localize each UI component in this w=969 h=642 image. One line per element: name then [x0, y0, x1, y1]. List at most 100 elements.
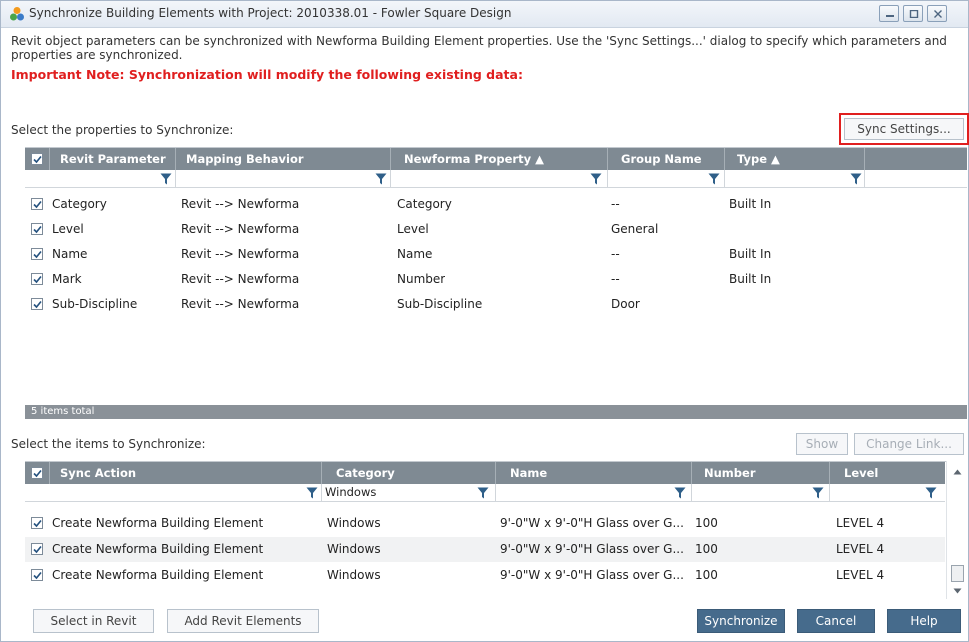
filter-funnel-icon[interactable]: [708, 173, 720, 185]
filter-funnel-icon[interactable]: [477, 487, 489, 499]
cell-type: Built In: [729, 247, 772, 261]
title-bar: Synchronize Building Elements with Proje…: [1, 1, 968, 28]
properties-filter-row: [25, 170, 967, 188]
cell-mapping: Revit --> Newforma: [181, 297, 300, 311]
filter-mapping-behavior[interactable]: [176, 170, 391, 187]
cell-category: Windows: [327, 568, 381, 582]
row-checkbox[interactable]: [31, 543, 43, 555]
close-icon: [934, 10, 942, 18]
filter-category[interactable]: Windows: [322, 484, 496, 501]
col-group-name[interactable]: Group Name: [608, 148, 725, 170]
row-checkbox[interactable]: [31, 223, 43, 235]
checkbox-checked-icon: [33, 571, 42, 580]
help-button[interactable]: Help: [887, 609, 961, 633]
table-row[interactable]: Name Revit --> Newforma Name -- Built In: [25, 242, 967, 267]
cell-number: 100: [695, 568, 718, 582]
row-checkbox[interactable]: [31, 569, 43, 581]
maximize-icon: [909, 10, 919, 18]
cell-property: Sub-Discipline: [397, 297, 483, 311]
table-row[interactable]: Mark Revit --> Newforma Number -- Built In: [25, 267, 967, 292]
col-name[interactable]: Name: [496, 462, 692, 484]
cell-property: Number: [397, 272, 446, 286]
cell-group: --: [611, 272, 620, 286]
row-checkbox[interactable]: [31, 198, 43, 210]
col-type[interactable]: Type ▲: [725, 148, 865, 170]
filter-funnel-icon[interactable]: [590, 173, 602, 185]
add-revit-elements-button[interactable]: Add Revit Elements: [167, 609, 319, 633]
table-row[interactable]: Create Newforma Building Element Windows 9…: [25, 537, 945, 562]
cell-mapping: Revit --> Newforma: [181, 222, 300, 236]
status-bar: 5 items total: [25, 405, 967, 419]
minimize-button[interactable]: [879, 5, 899, 22]
filter-sync-action[interactable]: [25, 484, 322, 501]
filter-funnel-icon[interactable]: [925, 487, 937, 499]
cell-level: LEVEL 4: [836, 568, 885, 582]
change-link-button[interactable]: Change Link...: [854, 433, 964, 455]
cell-revit-parameter: Category: [52, 197, 107, 211]
cell-property: Level: [397, 222, 429, 236]
select-in-revit-button[interactable]: Select in Revit: [33, 609, 154, 633]
filter-name[interactable]: [496, 484, 692, 501]
properties-grid-header: Revit Parameter Mapping Behavior Newform…: [25, 148, 967, 170]
synchronize-button[interactable]: Synchronize: [697, 609, 785, 633]
row-checkbox[interactable]: [31, 248, 43, 260]
cell-action: Create Newforma Building Element: [52, 542, 264, 556]
cell-revit-parameter: Mark: [52, 272, 82, 286]
filter-type[interactable]: [725, 170, 865, 187]
cell-name: 9'-0"W x 9'-0"H Glass over G...: [500, 516, 684, 530]
scroll-up-icon[interactable]: [953, 469, 962, 475]
show-button[interactable]: Show: [796, 433, 848, 455]
row-checkbox[interactable]: [31, 517, 43, 529]
checkbox-checked-icon: [33, 469, 42, 478]
scroll-down-icon[interactable]: [953, 588, 962, 594]
filter-number[interactable]: [692, 484, 830, 501]
items-filter-row: Windows: [25, 484, 945, 502]
checkbox-checked-icon: [33, 250, 42, 259]
col-mapping-behavior[interactable]: Mapping Behavior: [176, 148, 391, 170]
select-all-header[interactable]: [25, 148, 50, 170]
select-all-items-checkbox[interactable]: [31, 467, 43, 479]
window-title: Synchronize Building Elements with Proje…: [29, 6, 512, 20]
checkbox-checked-icon: [33, 545, 42, 554]
cell-action: Create Newforma Building Element: [52, 516, 264, 530]
cancel-button[interactable]: Cancel: [797, 609, 875, 633]
filter-funnel-icon[interactable]: [375, 173, 387, 185]
col-revit-parameter[interactable]: Revit Parameter: [50, 148, 176, 170]
select-all-checkbox[interactable]: [31, 153, 43, 165]
properties-label: Select the properties to Synchronize:: [11, 123, 234, 137]
cell-number: 100: [695, 516, 718, 530]
table-row[interactable]: Level Revit --> Newforma Level General: [25, 217, 967, 242]
items-scrollbar[interactable]: [946, 461, 968, 599]
cell-revit-parameter: Level: [52, 222, 84, 236]
maximize-button[interactable]: [903, 5, 923, 22]
filter-newforma-property[interactable]: [391, 170, 608, 187]
filter-level[interactable]: [830, 484, 945, 501]
table-row[interactable]: Sub-Discipline Revit --> Newforma Sub-Disc…: [25, 292, 967, 317]
row-checkbox[interactable]: [31, 298, 43, 310]
description-text: Revit object parameters can be synchroni…: [11, 34, 947, 62]
filter-funnel-icon[interactable]: [850, 173, 862, 185]
table-row[interactable]: Category Revit --> Newforma Category -- Buil…: [25, 192, 967, 217]
filter-group-name[interactable]: [608, 170, 725, 187]
select-all-items-header[interactable]: [25, 462, 50, 484]
col-newforma-property[interactable]: Newforma Property ▲: [391, 148, 608, 170]
cell-property: Name: [397, 247, 433, 261]
col-sync-action[interactable]: Sync Action: [50, 462, 322, 484]
close-button[interactable]: [927, 5, 947, 22]
filter-revit-parameter[interactable]: [25, 170, 176, 187]
cell-mapping: Revit --> Newforma: [181, 197, 300, 211]
filter-funnel-icon[interactable]: [306, 487, 318, 499]
table-row[interactable]: Create Newforma Building Element Windows 9…: [25, 563, 945, 588]
col-category[interactable]: Category: [322, 462, 496, 484]
filter-funnel-icon[interactable]: [812, 487, 824, 499]
filter-funnel-icon[interactable]: [160, 173, 172, 185]
col-number[interactable]: Number: [692, 462, 830, 484]
row-checkbox[interactable]: [31, 273, 43, 285]
col-level[interactable]: Level: [830, 462, 945, 484]
table-row[interactable]: Create Newforma Building Element Windows 9…: [25, 511, 945, 536]
filter-funnel-icon[interactable]: [674, 487, 686, 499]
cell-level: LEVEL 4: [836, 516, 885, 530]
scroll-thumb[interactable]: [951, 565, 964, 582]
cell-group: --: [611, 247, 620, 261]
items-grid-header: Sync Action Category Name Number Level: [25, 462, 945, 484]
